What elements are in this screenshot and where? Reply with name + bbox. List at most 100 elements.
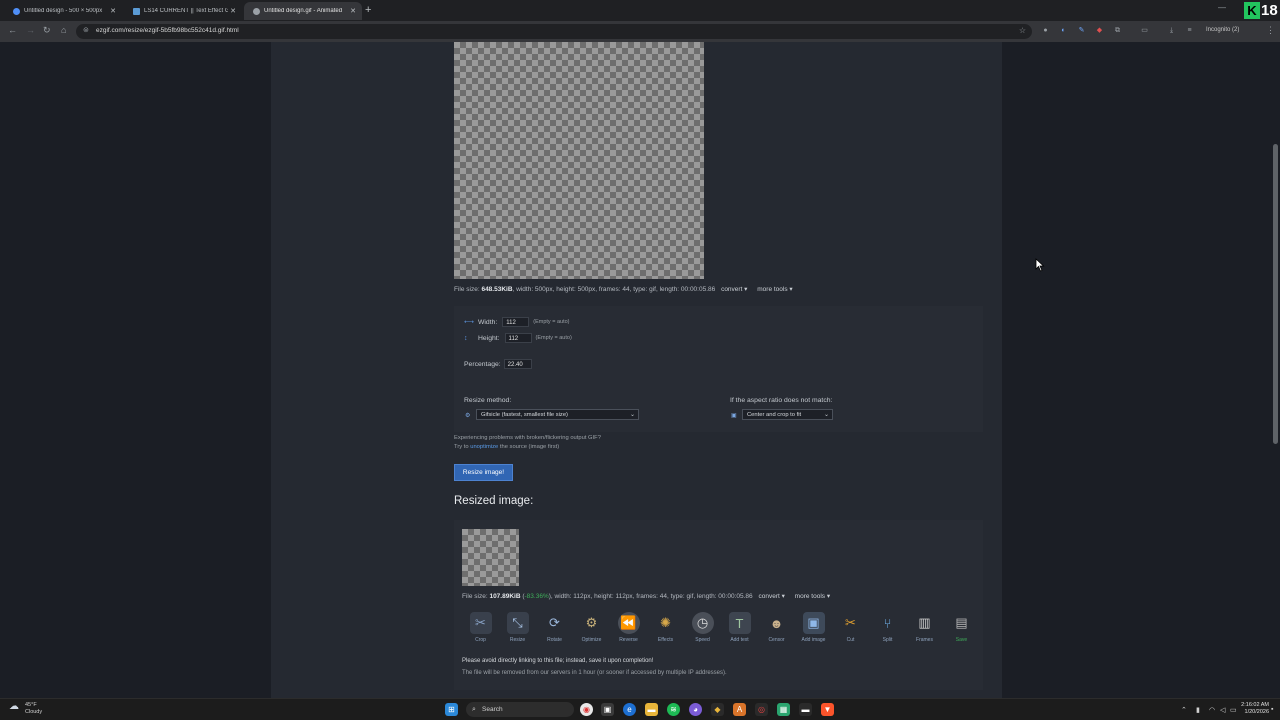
sidebar-icon[interactable]: ▭ xyxy=(1140,26,1149,35)
page: File size: 648.53KiB, width: 500px, heig… xyxy=(0,42,1280,698)
tab-canva[interactable]: Untitled design - 500 × 500px ✕ xyxy=(4,2,122,20)
more-tools-dropdown[interactable]: more tools ▾ xyxy=(757,286,792,293)
aspect-ratio-label: If the aspect ratio does not match: xyxy=(730,397,833,404)
convert-dropdown[interactable]: convert ▾ xyxy=(758,593,784,600)
split-icon: ⑂ xyxy=(883,615,892,631)
tool-rotate[interactable]: ⟳ Rotate xyxy=(536,612,573,643)
app-icon[interactable]: ▦ xyxy=(777,703,790,716)
more-tools-dropdown[interactable]: more tools ▾ xyxy=(795,593,830,600)
task-view-icon[interactable]: ▣ xyxy=(601,703,614,716)
battery-icon[interactable]: ▭ xyxy=(1230,706,1237,714)
width-row: ⟷ Width: 112 (Empty = auto) xyxy=(464,317,570,327)
search-icon: ⌕ xyxy=(472,706,476,713)
extensions-puzzle-icon[interactable]: ⧉ xyxy=(1113,26,1122,35)
savings-percent: -83.36% xyxy=(524,593,549,600)
extension-icon[interactable]: ◆ xyxy=(1095,26,1104,35)
convert-dropdown[interactable]: convert ▾ xyxy=(721,286,747,293)
wifi-icon[interactable]: ◠ xyxy=(1209,706,1215,714)
minimize-icon[interactable]: — xyxy=(1218,3,1226,12)
tool-speed[interactable]: ◷ Speed xyxy=(684,612,721,643)
edge-icon[interactable]: e xyxy=(623,703,636,716)
tool-split[interactable]: ⑂ Split xyxy=(869,612,906,644)
unoptimize-link[interactable]: unoptimize xyxy=(470,444,498,450)
app-icon[interactable]: ◆ xyxy=(711,703,724,716)
resize-icon: ⤡ xyxy=(506,612,529,634)
percentage-input[interactable]: 22.40 xyxy=(503,359,532,369)
height-row: ↕ Height: 112 (Empty = auto) xyxy=(464,333,572,343)
tool-add-image[interactable]: ▣ Add image xyxy=(795,612,832,643)
save-icon: ▤ xyxy=(955,615,968,630)
reload-icon[interactable]: ↻ xyxy=(43,25,51,36)
tool-frames[interactable]: ▥ Frames xyxy=(906,612,943,643)
tray-app-icon[interactable]: ▮ xyxy=(1196,706,1200,714)
notification-icon[interactable]: ▪ xyxy=(1271,706,1273,713)
tab-ezgif[interactable]: Untitled design.gif - Animated ✕ xyxy=(244,2,362,20)
incognito-label[interactable]: Incognito (2) xyxy=(1206,27,1239,33)
brave-icon[interactable]: ▼ xyxy=(821,703,834,716)
close-tab-icon[interactable]: ✕ xyxy=(228,7,238,15)
time: 2:16:02 AM xyxy=(1241,702,1269,708)
frames-icon: ▥ xyxy=(918,615,931,630)
width-input[interactable]: 112 xyxy=(502,317,530,327)
close-tab-icon[interactable]: ✕ xyxy=(108,7,118,15)
windows-start-icon[interactable]: ⊞ xyxy=(445,703,458,716)
app-icon[interactable]: ◎ xyxy=(755,703,768,716)
new-tab-plus-icon[interactable]: + xyxy=(365,4,371,16)
crop-fit-icon: ▣ xyxy=(731,413,737,419)
result-file-info: File size: 107.89KiB (-83.36%), width: 1… xyxy=(462,593,831,600)
media-icon[interactable]: ≡ xyxy=(1185,26,1194,35)
height-input[interactable]: 112 xyxy=(504,333,532,343)
home-icon[interactable]: ⌂ xyxy=(61,25,66,35)
tool-censor[interactable]: ☻ Censor xyxy=(758,612,795,644)
tool-optimize[interactable]: ⚙ Optimize xyxy=(573,612,610,643)
scroll-thumb[interactable] xyxy=(1273,144,1278,444)
extension-icon[interactable]: ✎ xyxy=(1077,26,1086,35)
percentage-row: Percentage: 22.40 xyxy=(464,359,532,369)
address-bar[interactable]: ⊜ ezgif.com/resize/ezgif-5b5fb98bc552c41… xyxy=(76,24,1032,39)
clock[interactable]: 2:16:02 AM 1/20/2026 xyxy=(1239,702,1269,716)
tool-save[interactable]: ▤ Save xyxy=(943,612,980,643)
spotify-icon[interactable]: ≋ xyxy=(667,703,680,716)
file-explorer-icon[interactable]: ▬ xyxy=(645,703,658,716)
app-icon[interactable]: ▬ xyxy=(799,703,812,716)
site-info-icon[interactable]: ⊜ xyxy=(83,26,89,34)
chrome-icon[interactable]: ◉ xyxy=(580,703,593,716)
censor-icon: ☻ xyxy=(769,615,784,631)
url-text: ezgif.com/resize/ezgif-5b5fb98bc552c41d.… xyxy=(96,27,239,34)
tool-crop[interactable]: ✂ Crop xyxy=(462,612,499,643)
volume-icon[interactable]: ◁ xyxy=(1220,706,1225,714)
download-icon[interactable]: ⤓ xyxy=(1167,26,1176,35)
tab-label: Untitled design - 500 × 500px xyxy=(24,8,103,14)
menu-kebab-icon[interactable]: ⋮ xyxy=(1266,25,1275,36)
tab-text-effect[interactable]: LS14 CURRENT || Text Effect Gen ✕ xyxy=(124,2,242,20)
sheet-favicon-icon xyxy=(133,7,140,15)
width-label: Width: xyxy=(478,318,498,326)
tool-effects[interactable]: ✺ Effects xyxy=(647,612,684,643)
temperature: 45°F xyxy=(25,702,37,708)
resize-method-select[interactable]: Gifsicle (fastest, smallest file size) ⌄ xyxy=(476,409,639,420)
tool-add-text[interactable]: T Add text xyxy=(721,612,758,643)
discord-icon[interactable]: ◕ xyxy=(689,703,702,716)
bookmark-star-icon[interactable]: ☆ xyxy=(1019,26,1026,35)
extension-icon[interactable]: ● xyxy=(1041,26,1050,35)
back-arrow-icon[interactable]: ← xyxy=(8,25,17,35)
app-icon[interactable]: A xyxy=(733,703,746,716)
tool-cut[interactable]: ✂ Cut xyxy=(832,612,869,643)
tab-label: Untitled design.gif - Animated xyxy=(264,8,343,14)
speed-icon: ◷ xyxy=(691,612,714,634)
add-image-icon: ▣ xyxy=(802,612,825,634)
extension-icon[interactable]: ◐ xyxy=(1059,26,1068,35)
resized-image-heading: Resized image: xyxy=(454,495,534,507)
tray-chevron-icon[interactable]: ⌃ xyxy=(1181,706,1187,714)
scrollbar[interactable] xyxy=(1271,42,1280,698)
removal-note: The file will be removed from our server… xyxy=(462,670,727,676)
tool-resize[interactable]: ⤡ Resize xyxy=(499,612,536,643)
forward-arrow-icon[interactable]: → xyxy=(26,25,35,35)
resize-image-button[interactable]: Resize image! xyxy=(454,464,513,481)
height-hint: (Empty = auto) xyxy=(535,335,572,341)
aspect-ratio-select[interactable]: Center and crop to fit ⌄ xyxy=(742,409,833,420)
tool-reverse[interactable]: ⏪ Reverse xyxy=(610,612,647,643)
date: 1/20/2026 xyxy=(1244,709,1269,715)
taskbar-search[interactable]: ⌕ Search xyxy=(466,702,574,717)
close-tab-icon[interactable]: ✕ xyxy=(348,7,358,15)
